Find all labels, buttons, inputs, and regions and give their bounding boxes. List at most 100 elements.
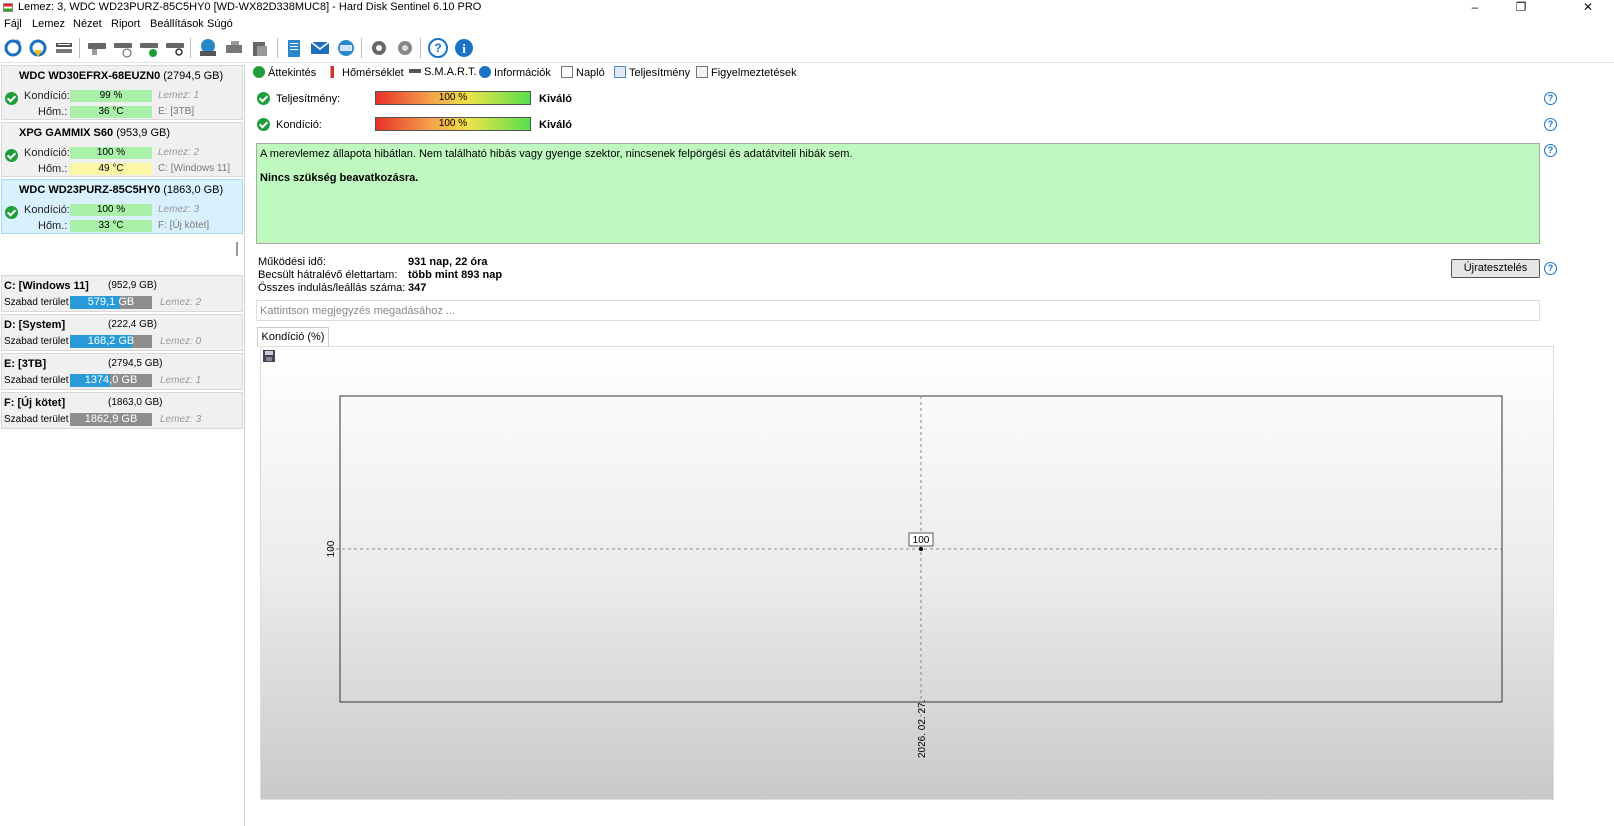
help-icon[interactable]: ? — [1544, 92, 1557, 105]
condition-chart: 100 2026. 02. 27. 100 — [326, 395, 1503, 758]
volume-name: D: [System] — [4, 319, 66, 331]
temperature-label: Hőm.: — [38, 163, 68, 175]
disk-item[interactable]: WDC WD30EFRX-68EUZN0 (2794,5 GB) Kondíci… — [1, 65, 243, 120]
title-bar: Lemez: 3, WDC WD23PURZ-85C5HY0 [WD-WX82D… — [0, 0, 1614, 16]
report-notepad-icon[interactable] — [283, 37, 305, 59]
data-label: 100 — [913, 535, 930, 546]
lifetime-value: több mint 893 nap — [408, 269, 503, 281]
web-report-icon[interactable] — [335, 37, 357, 59]
free-space-label: Szabad terület — [4, 375, 69, 386]
menu-report[interactable]: Riport — [111, 18, 140, 30]
disk-name: WDC WD30EFRX-68EUZN0 (2794,5 GB) — [19, 70, 224, 82]
performance-rating: Kiváló — [539, 93, 573, 105]
disk-number: Lemez: 3 — [158, 204, 200, 215]
toolbar-separator — [79, 38, 80, 58]
disk-number: Lemez: 2 — [158, 147, 200, 158]
disk-item-selected[interactable]: WDC WD23PURZ-85C5HY0 (1863,0 GB) Kondíci… — [1, 179, 243, 234]
disk-network-icon[interactable] — [197, 37, 219, 59]
y-tick-label: 100 — [326, 540, 337, 557]
disk-check-icon[interactable] — [138, 37, 160, 59]
status-message: A merevlemez állapota hibátlan. Nem talá… — [260, 148, 853, 160]
start-stop-label: Összes indulás/leállás száma: — [258, 282, 406, 294]
tools-gear-icon[interactable] — [394, 37, 416, 59]
help-icon[interactable]: ? — [1544, 144, 1557, 157]
disk-settings-icon[interactable] — [53, 37, 75, 59]
start-stop-value: 347 — [408, 282, 427, 294]
app-flag-icon — [3, 3, 13, 12]
tab-alerts[interactable]: Figyelmeztetések — [696, 66, 797, 83]
volume-item[interactable]: D: [System] (222,4 GB) Szabad terület 16… — [1, 314, 243, 351]
volume-size: (952,9 GB) — [108, 280, 157, 291]
condition-bar: 100 % — [70, 147, 152, 159]
menu-file[interactable]: Fájl — [4, 18, 22, 30]
tab-information[interactable]: Információk — [479, 66, 551, 83]
help-icon[interactable]: ? — [1544, 118, 1557, 131]
chart-icon — [614, 66, 626, 78]
retest-button[interactable]: Újratesztelés — [1451, 259, 1540, 278]
volume-disk-number: Lemez: 0 — [160, 336, 202, 347]
volume-label: C: [Windows 11] — [158, 163, 231, 174]
menu-disk[interactable]: Lemez — [32, 18, 65, 30]
menu-help[interactable]: Súgó — [207, 18, 233, 30]
volume-item[interactable]: E: [3TB] (2794,5 GB) Szabad terület 1374… — [1, 353, 243, 390]
free-space-bar: 168,2 GB — [70, 335, 152, 348]
help-icon[interactable]: ? — [427, 37, 449, 59]
document-icon — [561, 66, 573, 78]
refresh-icon[interactable] — [2, 37, 24, 59]
disk-clock-icon[interactable] — [112, 37, 134, 59]
volume-name: E: [3TB] — [4, 358, 47, 370]
tab-temperature[interactable]: Hőmérséklet — [327, 66, 404, 83]
temperature-bar: 33 °C — [70, 220, 152, 232]
volume-item[interactable]: F: [Új kötet] (1863,0 GB) Szabad terület… — [1, 392, 243, 429]
temperature-label: Hőm.: — [38, 106, 68, 118]
disk-tools-icon[interactable] — [223, 37, 245, 59]
volume-item[interactable]: C: [Windows 11] (952,9 GB) Szabad terüle… — [1, 275, 243, 312]
status-ok-icon — [257, 92, 270, 105]
minimize-button[interactable]: – — [1452, 0, 1498, 16]
lifetime-label: Becsült hátralévő élettartam: — [258, 269, 398, 281]
menu-settings[interactable]: Beállítások — [150, 18, 204, 30]
window-title: Lemez: 3, WDC WD23PURZ-85C5HY0 [WD-WX82D… — [18, 1, 482, 13]
disk-item[interactable]: XPG GAMMIX S60 (953,9 GB) Kondíció: 100 … — [1, 122, 243, 177]
status-ok-icon — [5, 92, 18, 105]
help-icon[interactable]: ? — [1544, 262, 1557, 275]
disk-gray-icon[interactable] — [86, 37, 108, 59]
refresh-all-icon[interactable] — [27, 37, 49, 59]
disk-backup-icon[interactable] — [249, 37, 271, 59]
tab-overview[interactable]: Áttekintés — [253, 66, 317, 83]
volume-label: F: [Új kötet] — [158, 220, 210, 231]
panel-splitter[interactable] — [236, 242, 238, 256]
maximize-button[interactable]: ❐ — [1498, 0, 1544, 16]
settings-gear-icon[interactable] — [368, 37, 390, 59]
condition-bar: 100 % — [70, 204, 152, 216]
free-space-bar: 1862,9 GB — [70, 413, 152, 426]
tab-performance[interactable]: Teljesítmény — [614, 66, 690, 83]
tab-bar: Áttekintés Hőmérséklet S.M.A.R.T. Inform… — [251, 65, 1614, 83]
volume-disk-number: Lemez: 2 — [160, 297, 202, 308]
alerts-document-icon — [696, 66, 708, 78]
volume-name: C: [Windows 11] — [4, 280, 89, 292]
tab-log[interactable]: Napló — [561, 66, 605, 83]
tab-condition-graph[interactable]: Kondíció (%) — [257, 327, 329, 347]
mail-report-icon[interactable] — [309, 37, 331, 59]
menu-bar: Fájl Lemez Nézet Riport Beállítások Súgó — [0, 16, 1614, 33]
free-space-label: Szabad terület — [4, 297, 69, 308]
disk-search-icon[interactable] — [164, 37, 186, 59]
disk-icon — [409, 69, 421, 73]
temperature-bar: 36 °C — [70, 106, 152, 118]
condition-label: Kondíció: — [24, 204, 70, 216]
info-icon[interactable]: i — [453, 37, 475, 59]
toolbar: ? i — [0, 33, 1614, 63]
tab-smart[interactable]: S.M.A.R.T. — [409, 66, 477, 83]
uptime-value: 931 nap, 22 óra — [408, 256, 488, 268]
volume-size: (2794,5 GB) — [108, 358, 163, 369]
menu-view[interactable]: Nézet — [73, 18, 102, 30]
toolbar-separator — [190, 38, 191, 58]
free-space-label: Szabad terület — [4, 414, 69, 425]
status-ok-icon — [5, 206, 18, 219]
note-input[interactable]: Kattintson megjegyzés megadásához ... — [256, 300, 1540, 321]
volume-size: (1863,0 GB) — [108, 397, 163, 408]
x-tick-label: 2026. 02. 27. — [917, 700, 928, 758]
performance-bar: 100 % — [375, 91, 531, 105]
close-button[interactable]: ✕ — [1565, 0, 1611, 16]
